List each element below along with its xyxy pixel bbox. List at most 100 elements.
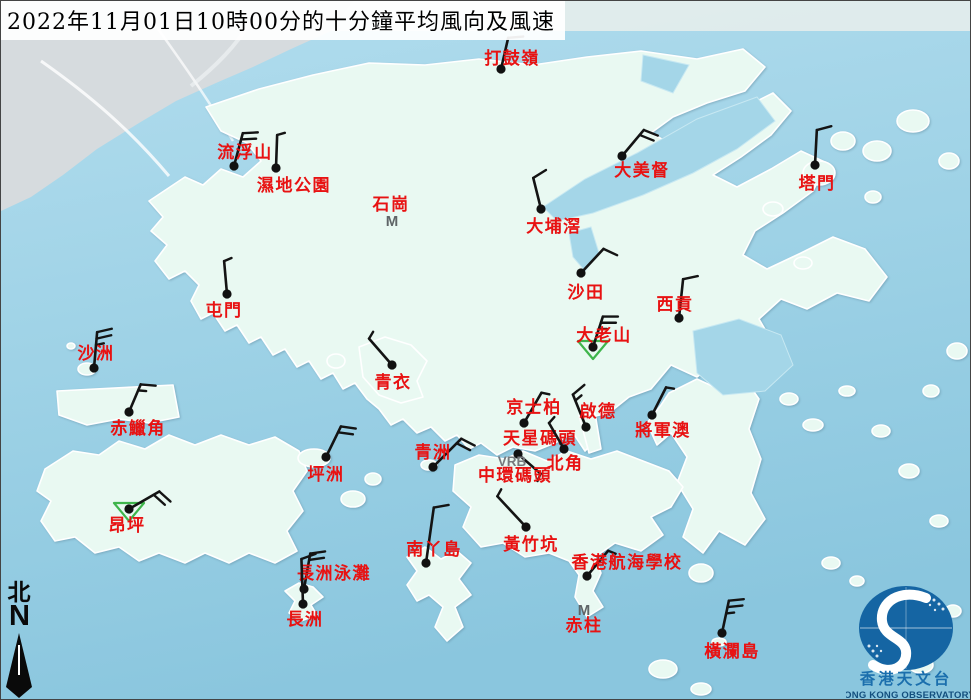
station-dot [321,452,330,461]
station-啟德: 啟德 [573,385,617,432]
station-赤鱲角: 赤鱲角 [110,384,166,438]
wind-barb-staff [622,130,644,156]
wind-barb-full [341,426,356,428]
station-沙田: 沙田 [568,249,618,302]
station-黃竹坑: 黃竹坑 [497,489,558,554]
station-坪洲: 坪洲 [308,426,356,484]
station-label: 打鼓嶺 [484,48,540,68]
station-打鼓嶺: 打鼓嶺 [484,37,540,74]
wind-barb-full [461,439,474,446]
wind-barb-full [644,130,658,136]
station-dot [582,571,591,580]
station-dot [519,418,528,427]
hko-logo-icon: 香港天文台 HONG KONG OBSERVATORY [846,576,971,700]
logo-name-en: HONG KONG OBSERVATORY [846,690,971,700]
wind-barb-full [241,139,256,140]
station-將軍澳: 將軍澳 [635,387,691,440]
station-dot [222,289,231,298]
station-dot [536,204,545,213]
station-西貢: 西貢 [657,276,698,323]
station-label: 青洲 [415,442,452,462]
wind-barb-full [97,329,112,332]
station-label: 塔門 [799,173,836,193]
station-塔門: 塔門 [799,126,836,193]
station-label: 大埔滘 [526,216,582,236]
station-dot [387,360,396,369]
station-dot [229,161,238,170]
wind-barb-staff [224,261,227,294]
wind-barb-full [817,126,831,130]
station-dot [124,504,133,513]
station-label: 京士柏 [506,397,562,417]
station-dot [299,584,308,593]
station-青衣: 青衣 [369,332,411,392]
station-dot [576,268,585,277]
station-dot [559,444,568,453]
wind-barb-half [369,332,373,339]
logo-name-zh: 香港天文台 [860,669,953,688]
station-南丫島: 南丫島 [406,505,462,568]
wind-barb-staff [276,135,277,168]
station-label: 沙田 [568,283,605,302]
station-dot [124,407,133,416]
station-dot [647,410,656,419]
wind-barb-half [224,258,231,261]
wind-barb-full [97,335,112,338]
wind-barb-staff [581,249,604,273]
wind-barb-full [728,606,743,608]
wind-barb-full [573,385,584,395]
station-石崗: M石崗 [372,195,410,230]
hko-logo: 香港天文台 HONG KONG OBSERVATORY [846,576,971,700]
station-dot [581,422,590,431]
station-香港航海學校: 香港航海學校 [572,551,683,581]
station-中環碼頭: VRB中環碼頭 [478,454,552,485]
station-dot [421,558,430,567]
station-青洲: 青洲 [415,439,475,472]
station-label: 大老山 [576,325,632,345]
wind-barb-full [141,384,156,385]
station-label: 橫瀾島 [704,641,760,661]
wind-barb-full [640,135,654,141]
north-letter-label: N [3,602,35,631]
station-屯門: 屯門 [206,258,243,320]
station-dot [298,599,307,608]
station-label: 黃竹坑 [502,534,559,554]
station-京士柏: 京士柏 [506,393,562,428]
wind-barb-full [243,132,258,133]
station-label: 中環碼頭 [478,465,552,485]
station-label: 石崗 [372,195,410,214]
station-流浮山: 流浮山 [217,132,273,170]
wind-barb-staff [497,496,526,527]
missing-data-marker: M [386,213,399,230]
station-label: 青衣 [375,372,412,392]
map-title: 2022年11月01日10時00分的十分鐘平均風向及風速 [1,1,565,40]
station-label: 將軍澳 [635,420,691,440]
station-label: 長洲泳灘 [297,563,371,583]
weather-map: 打鼓嶺流浮山濕地公園塔門大美督M石崗大埔滘屯門沙田西貢大老山沙洲赤鱲角青衣坪洲青… [0,0,971,700]
station-label: 赤柱 [566,615,603,635]
station-label: 坪洲 [308,465,345,484]
north-compass: 北 N [3,581,35,699]
wind-barb-half [542,393,550,395]
station-dot [717,628,726,637]
wind-barb-full [533,170,546,178]
wind-barb-half [666,387,674,388]
wind-barb-full [729,599,744,601]
wind-barb-full [604,249,618,255]
wind-barb-full [310,551,325,553]
station-label: 流浮山 [217,142,273,162]
wind-barb-full [434,505,449,508]
station-dot [521,522,530,531]
north-arrow-icon [3,631,35,699]
station-label: 長洲 [287,610,324,629]
station-label: 北角 [547,453,584,473]
station-label: 西貢 [657,295,694,314]
wind-barb-staff [652,387,666,415]
station-dot [810,160,819,169]
station-dot [271,163,280,172]
wind-barb-full [309,558,324,560]
station-layer: 打鼓嶺流浮山濕地公園塔門大美督M石崗大埔滘屯門沙田西貢大老山沙洲赤鱲角青衣坪洲青… [1,1,971,700]
wind-barb-half [726,613,734,614]
station-大美督: 大美督 [614,130,670,180]
station-label: 南丫島 [406,539,462,559]
